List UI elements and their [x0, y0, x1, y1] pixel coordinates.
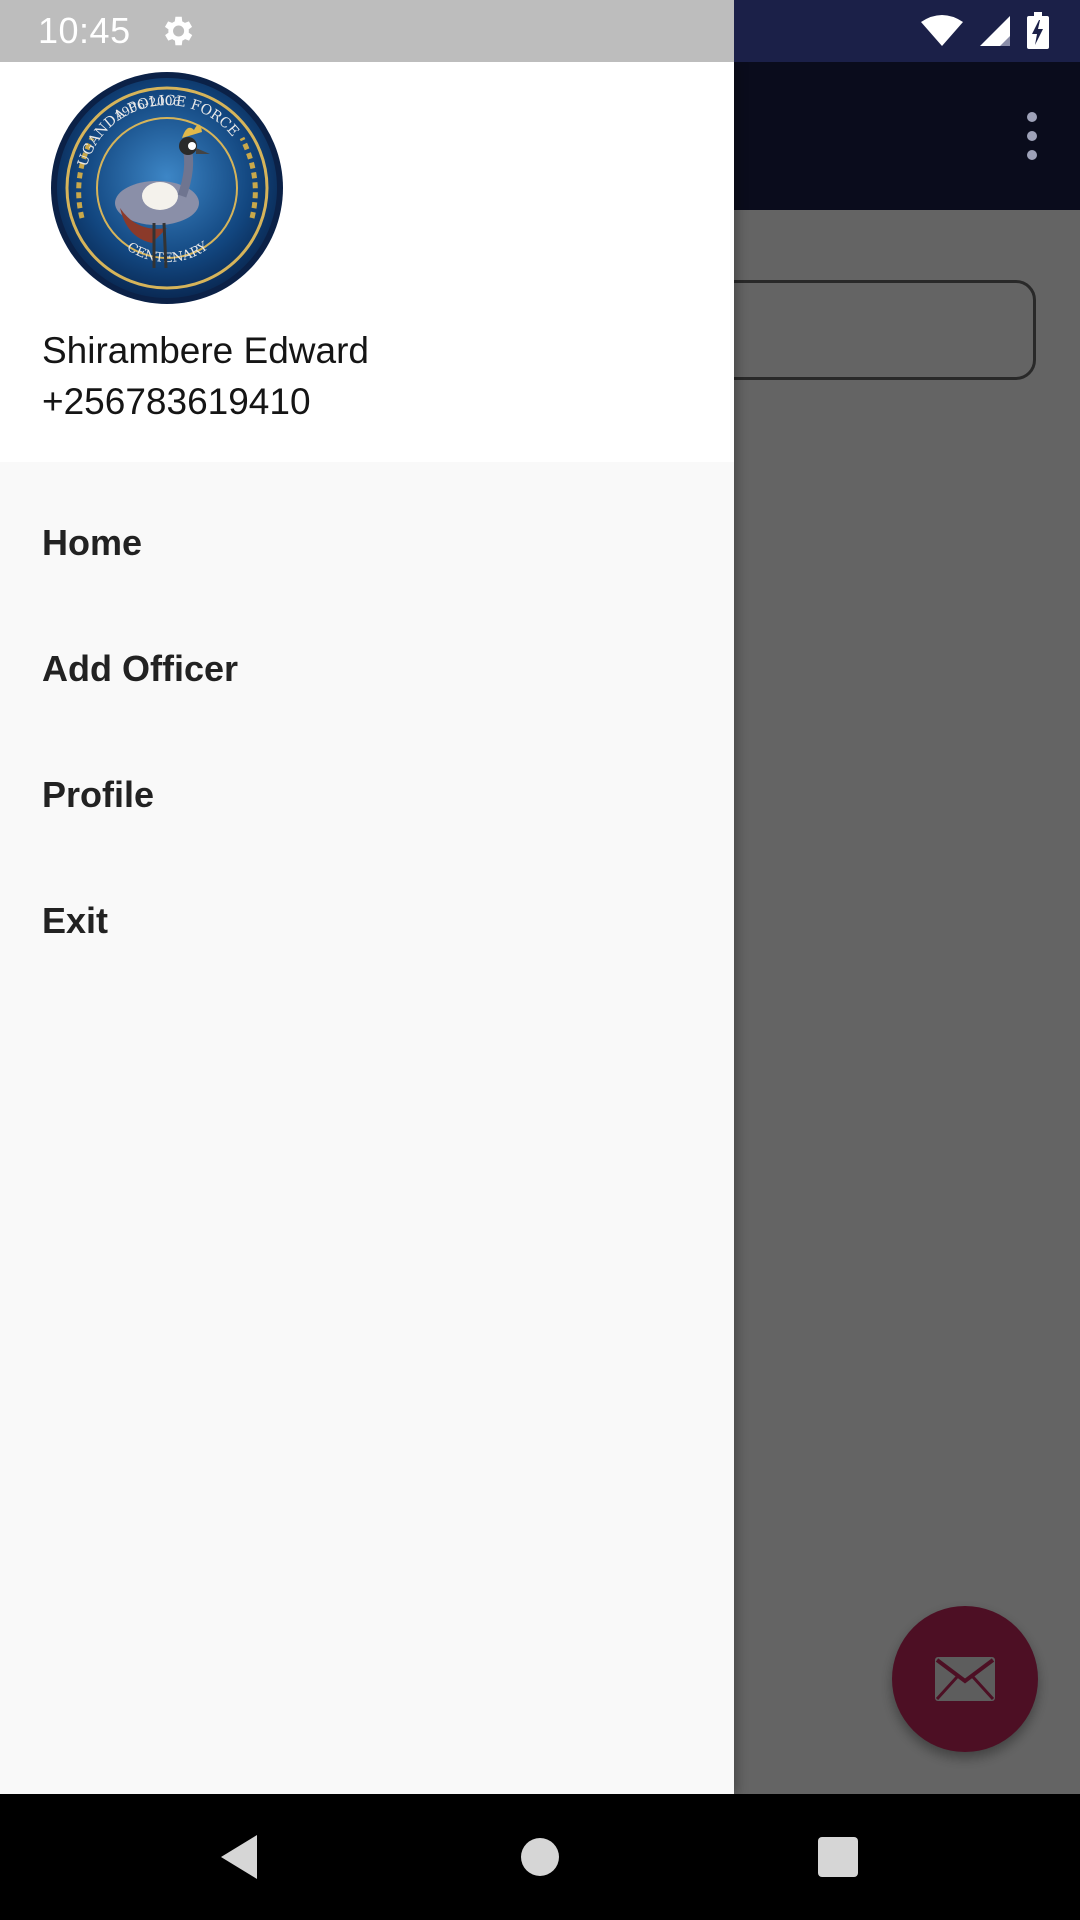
- navigation-drawer: UGANDA POLICE FORCE 1906-2006 CENTENARY: [0, 62, 734, 1794]
- status-bar-drawer-area: 10:45: [0, 0, 734, 62]
- menu-item-home[interactable]: Home: [0, 482, 734, 608]
- drawer-menu: Home Add Officer Profile Exit: [0, 462, 734, 986]
- settings-icon: [164, 16, 193, 46]
- home-icon: [521, 1838, 559, 1876]
- system-nav-bar: [0, 1794, 1080, 1920]
- recent-apps-icon: [818, 1837, 858, 1877]
- recent-apps-button[interactable]: [803, 1822, 873, 1892]
- back-button[interactable]: [204, 1822, 274, 1892]
- wifi-icon: [921, 15, 963, 46]
- status-time: 10:45: [38, 10, 131, 51]
- menu-item-label: Home: [42, 522, 143, 563]
- user-phone: +256783619410: [42, 381, 311, 422]
- home-button[interactable]: [505, 1822, 575, 1892]
- status-bar: 10:45: [0, 0, 1080, 62]
- battery-charging-icon: [1027, 12, 1049, 49]
- status-icons: [920, 12, 1050, 50]
- more-vert-icon[interactable]: [1008, 98, 1056, 174]
- menu-item-label: Add Officer: [42, 648, 239, 689]
- menu-item-add-officer[interactable]: Add Officer: [0, 608, 734, 734]
- user-name: Shirambere Edward: [42, 330, 369, 371]
- screen: 10:45 UGANDA POLICE FORCE 1906-2006 CENT…: [0, 0, 1080, 1920]
- back-icon: [221, 1835, 257, 1879]
- menu-item-profile[interactable]: Profile: [0, 734, 734, 860]
- cell-signal-icon: [980, 16, 1010, 46]
- menu-item-label: Profile: [42, 774, 155, 815]
- uganda-police-force-emblem: UGANDA POLICE FORCE 1906-2006 CENTENARY: [51, 72, 283, 304]
- menu-item-label: Exit: [42, 900, 109, 941]
- drawer-header: UGANDA POLICE FORCE 1906-2006 CENTENARY: [0, 62, 734, 462]
- menu-item-exit[interactable]: Exit: [0, 860, 734, 986]
